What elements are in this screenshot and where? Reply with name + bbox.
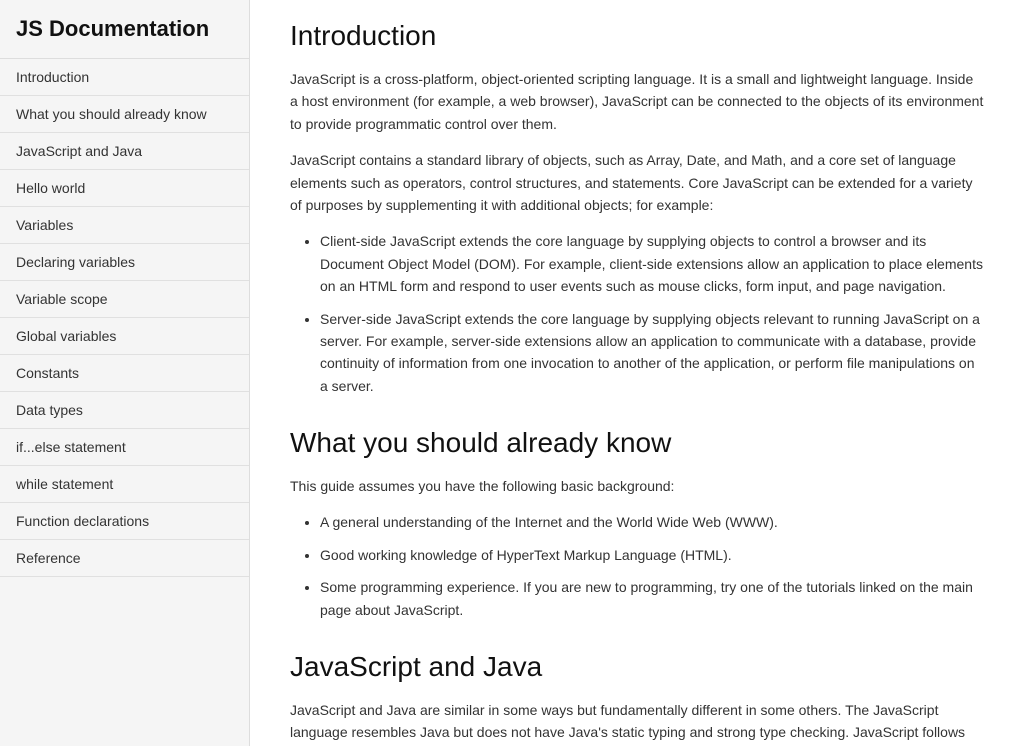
list-item: Some programming experience. If you are … [320,576,984,621]
section-javascript-and-java: JavaScript and Java JavaScript and Java a… [290,651,984,746]
section-title-what-you-should-already-know: What you should already know [290,427,984,459]
list-item: A general understanding of the Internet … [320,511,984,533]
paragraph-what-you-should-already-know-0: This guide assumes you have the followin… [290,475,984,497]
sidebar: JS Documentation IntroductionWhat you sh… [0,0,250,746]
sidebar-item-variable-scope[interactable]: Variable scope [0,281,249,318]
sidebar-item-while-statement[interactable]: while statement [0,466,249,503]
paragraph-javascript-and-java-0: JavaScript and Java are similar in some … [290,699,984,746]
sidebar-item-constants[interactable]: Constants [0,355,249,392]
sidebar-item-function-declarations[interactable]: Function declarations [0,503,249,540]
sidebar-item-reference[interactable]: Reference [0,540,249,577]
section-title-javascript-and-java: JavaScript and Java [290,651,984,683]
sidebar-item-data-types[interactable]: Data types [0,392,249,429]
sidebar-item-javascript-and-java[interactable]: JavaScript and Java [0,133,249,170]
sidebar-item-declaring-variables[interactable]: Declaring variables [0,244,249,281]
sidebar-nav: IntroductionWhat you should already know… [0,59,249,577]
sidebar-item-what-you-should-already-know[interactable]: What you should already know [0,96,249,133]
list-what-you-should-already-know: A general understanding of the Internet … [320,511,984,621]
sidebar-item-introduction[interactable]: Introduction [0,59,249,96]
section-introduction: Introduction JavaScript is a cross-platfo… [290,20,984,397]
sidebar-item-global-variables[interactable]: Global variables [0,318,249,355]
sections-container: Introduction JavaScript is a cross-platfo… [290,20,984,746]
sidebar-item-variables[interactable]: Variables [0,207,249,244]
section-what-you-should-already-know: What you should already know This guide a… [290,427,984,621]
main-content: Introduction JavaScript is a cross-platfo… [250,0,1024,746]
section-title-introduction: Introduction [290,20,984,52]
sidebar-item-hello-world[interactable]: Hello world [0,170,249,207]
paragraph-introduction-0: JavaScript is a cross-platform, object-o… [290,68,984,135]
sidebar-title: JS Documentation [0,0,249,59]
paragraph-introduction-1: JavaScript contains a standard library o… [290,149,984,216]
sidebar-item-if-else-statement[interactable]: if...else statement [0,429,249,466]
list-item: Good working knowledge of HyperText Mark… [320,544,984,566]
list-item: Client-side JavaScript extends the core … [320,230,984,297]
list-introduction: Client-side JavaScript extends the core … [320,230,984,397]
list-item: Server-side JavaScript extends the core … [320,308,984,398]
